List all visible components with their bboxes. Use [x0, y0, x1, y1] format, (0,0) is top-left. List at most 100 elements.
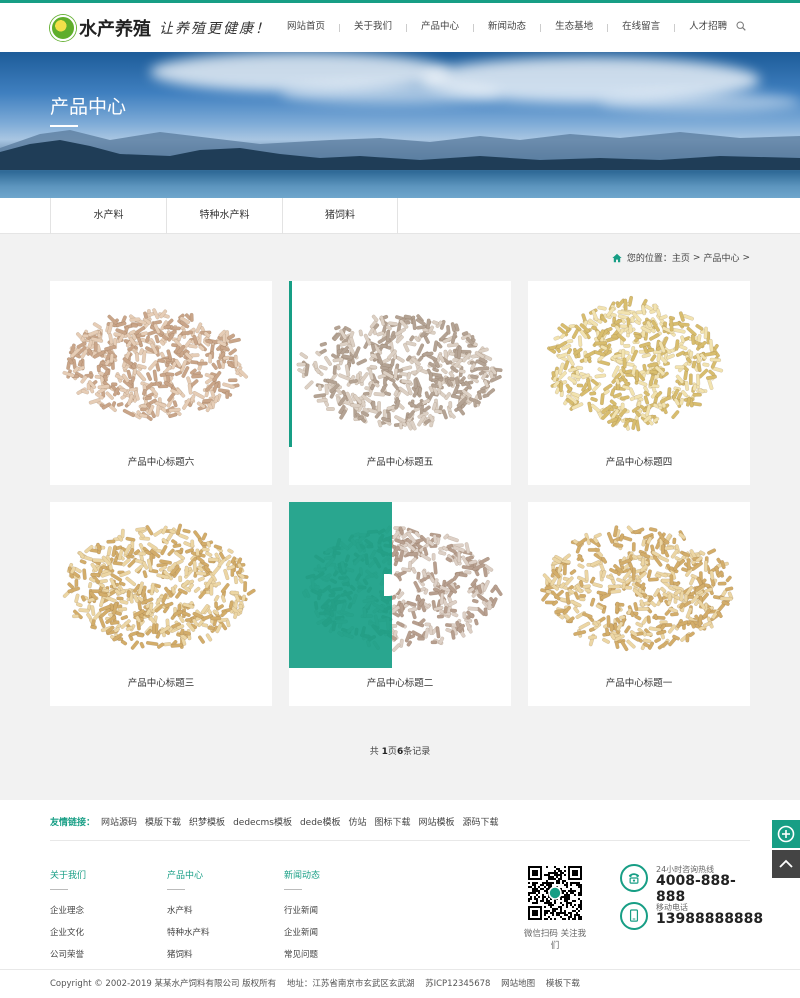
home-icon — [612, 253, 622, 262]
product-title[interactable]: 产品中心标题一 — [528, 668, 750, 706]
footer-link[interactable]: 企业新闻 — [284, 922, 384, 944]
footer-column-underline — [167, 889, 185, 890]
mobile-block: 移动电话 13988888888 — [620, 902, 764, 932]
friend-link[interactable]: 织梦模板 — [189, 815, 225, 828]
mobile-phone-icon — [620, 902, 648, 930]
footer-column-title[interactable]: 关于我们 — [50, 868, 150, 881]
breadcrumb-end: > — [742, 252, 750, 263]
footer-column-products: 产品中心 水产料 特种水产料 猪饲料 — [167, 868, 267, 966]
product-title[interactable]: 产品中心标题六 — [50, 447, 272, 485]
footer-column-title[interactable]: 新闻动态 — [284, 868, 384, 881]
template-link[interactable]: 模板下载 — [546, 979, 580, 989]
pager-pre: 共 — [369, 747, 382, 757]
site-header: 水产养殖 让养殖更健康！ 网站首页 关于我们 产品中心 新闻动态 生态基地 在线… — [0, 3, 800, 52]
qr-caption: 微信扫码 关注我们 — [523, 929, 587, 951]
back-to-top-button[interactable] — [772, 850, 800, 878]
category-subnav: 水产料 特种水产料 猪饲料 — [0, 198, 800, 234]
friend-link[interactable]: 模版下载 — [145, 815, 181, 828]
logo-leaf-icon — [50, 15, 76, 41]
banner: 产品中心 — [0, 52, 800, 198]
product-title[interactable]: 产品中心标题四 — [528, 447, 750, 485]
hotline-number: 4008-888-888 — [656, 873, 736, 905]
nav-products[interactable]: 产品中心 — [407, 3, 473, 52]
product-image — [540, 525, 734, 652]
logo-slogan: 让养殖更健康！ — [159, 21, 271, 37]
product-card[interactable]: 产品中心标题一 — [528, 502, 750, 706]
subnav-special-aquatic-feed[interactable]: 特种水产料 — [166, 198, 282, 234]
product-title[interactable]: 产品中心标题五 — [289, 447, 511, 485]
breadcrumb: 您的位置： 主页 > 产品中心 > — [612, 251, 750, 264]
nav-message[interactable]: 在线留言 — [608, 3, 674, 52]
breadcrumb-current[interactable]: 产品中心 — [703, 251, 739, 264]
footer-link[interactable]: 水产料 — [167, 900, 267, 922]
pager-post: 条记录 — [403, 747, 431, 757]
hover-accent-bar — [289, 281, 292, 447]
product-card[interactable]: 产品中心标题三 — [50, 502, 272, 706]
footer-column-about: 关于我们 企业理念 企业文化 公司荣誉 — [50, 868, 150, 966]
product-image — [296, 314, 503, 431]
footer-link[interactable]: 企业文化 — [50, 922, 150, 944]
nav-base[interactable]: 生态基地 — [541, 3, 607, 52]
footer-link[interactable]: 行业新闻 — [284, 900, 384, 922]
friend-link[interactable]: 网站源码 — [101, 815, 137, 828]
sitemap-link[interactable]: 网站地图 — [501, 979, 535, 989]
friend-links-label: 友情链接： — [50, 818, 96, 828]
breadcrumb-sep: > — [692, 252, 701, 263]
friend-links: 友情链接： 网站源码 模版下载 织梦模板 dedecms模板 dede模板 仿站… — [50, 815, 507, 828]
footer-column-news: 新闻动态 行业新闻 企业新闻 常见问题 — [284, 868, 384, 966]
footer-column-title[interactable]: 产品中心 — [167, 868, 267, 881]
chevron-up-icon — [779, 859, 793, 868]
mobile-number: 13988888888 — [656, 911, 764, 927]
footer-link[interactable]: 公司荣誉 — [50, 944, 150, 966]
subnav-aquatic-feed[interactable]: 水产料 — [50, 198, 166, 234]
footer-link[interactable]: 特种水产料 — [167, 922, 267, 944]
banner-title: 产品中心 — [50, 96, 127, 118]
product-image — [62, 308, 249, 422]
product-image — [62, 523, 256, 650]
product-card[interactable]: 产品中心标题四 — [528, 281, 750, 485]
product-title[interactable]: 产品中心标题二 — [289, 668, 511, 706]
logo-name: 水产养殖 — [79, 19, 151, 40]
footer-column-underline — [284, 889, 302, 890]
hover-overlay — [289, 502, 392, 668]
pagination-info: 共 1页6条记录 — [0, 744, 800, 757]
main-nav: 网站首页 关于我们 产品中心 新闻动态 生态基地 在线留言 人才招聘 — [273, 3, 741, 52]
copyright-bar: Copyright © 2002-2019 某某水产饲料有限公司 版权所有 地址… — [0, 969, 800, 998]
nav-news[interactable]: 新闻动态 — [474, 3, 540, 52]
footer-link[interactable]: 常见问题 — [284, 944, 384, 966]
subnav-pig-feed[interactable]: 猪饲料 — [282, 198, 398, 234]
footer-column-underline — [50, 889, 68, 890]
hotline-block: 24小时咨询热线 4008-888-888 — [620, 864, 760, 905]
friend-link[interactable]: 图标下载 — [375, 815, 411, 828]
friend-link[interactable]: 网站模板 — [419, 815, 455, 828]
breadcrumb-prefix: 您的位置： — [626, 254, 672, 264]
copyright-text: Copyright © 2002-2019 某某水产饲料有限公司 版权所有 — [50, 979, 277, 989]
site-footer: 友情链接： 网站源码 模版下载 织梦模板 dedecms模板 dede模板 仿站… — [0, 800, 800, 998]
logo[interactable]: 水产养殖 让养殖更健康！ — [50, 13, 271, 43]
search-icon[interactable] — [736, 21, 746, 31]
pager-mid: 页 — [387, 747, 397, 757]
phone-icon — [620, 864, 648, 892]
friend-link[interactable]: dedecms模板 — [233, 815, 292, 828]
breadcrumb-home[interactable]: 主页 — [672, 251, 690, 264]
footer-divider — [50, 840, 750, 841]
banner-title-underline — [50, 125, 78, 127]
nav-jobs[interactable]: 人才招聘 — [675, 3, 741, 52]
product-card[interactable]: 产品中心标题六 — [50, 281, 272, 485]
product-card[interactable]: 产品中心标题二 — [289, 502, 511, 706]
friend-link[interactable]: dede模板 — [300, 815, 341, 828]
nav-home[interactable]: 网站首页 — [273, 3, 339, 52]
nav-about[interactable]: 关于我们 — [340, 3, 406, 52]
footer-link[interactable]: 猪饲料 — [167, 944, 267, 966]
float-consult-button[interactable] — [772, 820, 800, 848]
wechat-qr-code — [528, 866, 582, 920]
product-card[interactable]: 产品中心标题五 — [289, 281, 511, 485]
footer-link[interactable]: 企业理念 — [50, 900, 150, 922]
friend-link[interactable]: 仿站 — [348, 815, 366, 828]
friend-link[interactable]: 源码下载 — [463, 815, 499, 828]
product-image — [547, 295, 724, 432]
address-text: 地址：江苏省南京市玄武区玄武湖 — [286, 979, 415, 989]
icp-link[interactable]: 苏ICP12345678 — [425, 979, 490, 989]
plus-circle-icon — [777, 825, 795, 843]
product-title[interactable]: 产品中心标题三 — [50, 668, 272, 706]
